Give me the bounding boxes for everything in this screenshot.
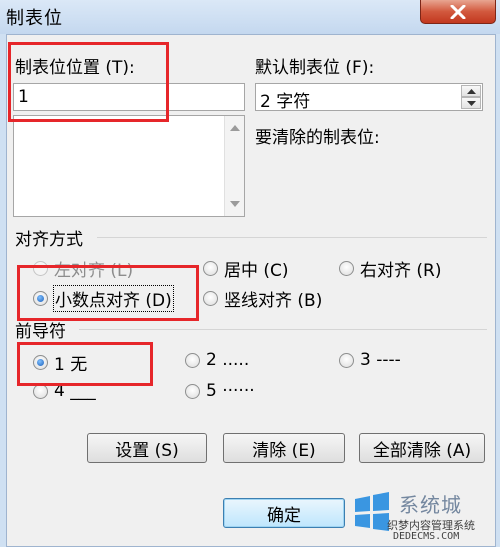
ok-button[interactable]: 确定 [223,498,345,528]
clear-button[interactable]: 清除 (E) [223,433,345,463]
default-tab-label: 默认制表位 (F): [255,58,375,78]
alignment-group-divider [97,237,487,238]
align-decimal-radio[interactable] [33,291,48,306]
align-decimal-option[interactable]: 小数点对齐 (D) [33,285,174,312]
leader-1-label: 1 无 [54,355,88,375]
leader-4-radio[interactable] [33,383,48,399]
leader-group-label: 前导符 [15,322,66,342]
default-tab-spin-buttons[interactable] [461,85,481,109]
close-button[interactable] [420,0,496,24]
watermark: 系统城 织梦内容管理系统 DEDECMS.COM [347,485,495,545]
dialog-body: 制表位位置 (T): 1 默认制表位 (F): 2 字符 要清除的制表位: 对齐… [6,34,496,547]
default-tab-value: 2 字符 [260,92,311,112]
clear-all-button[interactable]: 全部清除 (A) [359,433,485,463]
align-bar-option[interactable]: 竖线对齐 (B) [203,286,322,311]
scroll-up-icon [230,125,240,131]
leader-5-option[interactable]: 5 ······ [185,381,255,401]
leader-1-radio[interactable] [33,355,48,370]
watermark-url: DEDECMS.COM [393,531,460,542]
default-tab-spinner[interactable]: 2 字符 [255,83,483,112]
leader-1-option[interactable]: 1 无 [33,350,87,375]
set-button[interactable]: 设置 (S) [87,433,207,463]
align-left-radio[interactable] [33,261,48,276]
align-bar-label: 竖线对齐 (B) [224,291,323,311]
leader-3-label: 3 ---- [360,350,401,370]
close-icon [450,4,466,19]
alignment-group-label: 对齐方式 [15,230,83,250]
leader-3-option[interactable]: 3 ---- [339,350,401,370]
spin-up-button[interactable] [461,85,481,97]
align-center-radio[interactable] [203,261,218,276]
watermark-text: 系统城 [399,493,462,517]
spin-down-icon [466,100,476,106]
spin-up-icon [466,88,476,94]
align-center-option[interactable]: 居中 (C) [203,256,289,281]
align-left-option[interactable]: 左对齐 (L) [33,256,133,281]
align-right-option[interactable]: 右对齐 (R) [339,256,441,281]
window-title: 制表位 [6,8,63,29]
tab-position-label: 制表位位置 (T): [15,58,135,78]
leader-4-label: 4 ___ [54,381,96,401]
tabs-to-clear-label: 要清除的制表位: [255,128,380,148]
align-right-label: 右对齐 (R) [360,261,442,281]
leader-5-radio[interactable] [185,383,200,399]
leader-group-divider [79,329,487,330]
spin-down-button[interactable] [461,97,481,109]
tab-position-list[interactable] [13,115,245,217]
leader-5-label: 5 ······ [206,381,255,401]
title-bar: 制表位 [0,0,500,34]
align-right-radio[interactable] [339,261,354,276]
scroll-down-icon [230,201,240,207]
tab-position-list-scrollbar[interactable] [224,116,244,216]
align-center-label: 居中 (C) [224,261,289,281]
align-decimal-label: 小数点对齐 (D) [53,285,174,312]
leader-3-radio[interactable] [339,352,354,368]
tab-position-input[interactable]: 1 [13,83,245,111]
align-left-label: 左对齐 (L) [54,261,134,281]
leader-2-option[interactable]: 2 ..... [185,350,249,370]
leader-2-radio[interactable] [185,352,200,368]
leader-4-option[interactable]: 4 ___ [33,381,96,401]
leader-2-label: 2 ..... [206,350,250,370]
align-bar-radio[interactable] [203,291,218,306]
